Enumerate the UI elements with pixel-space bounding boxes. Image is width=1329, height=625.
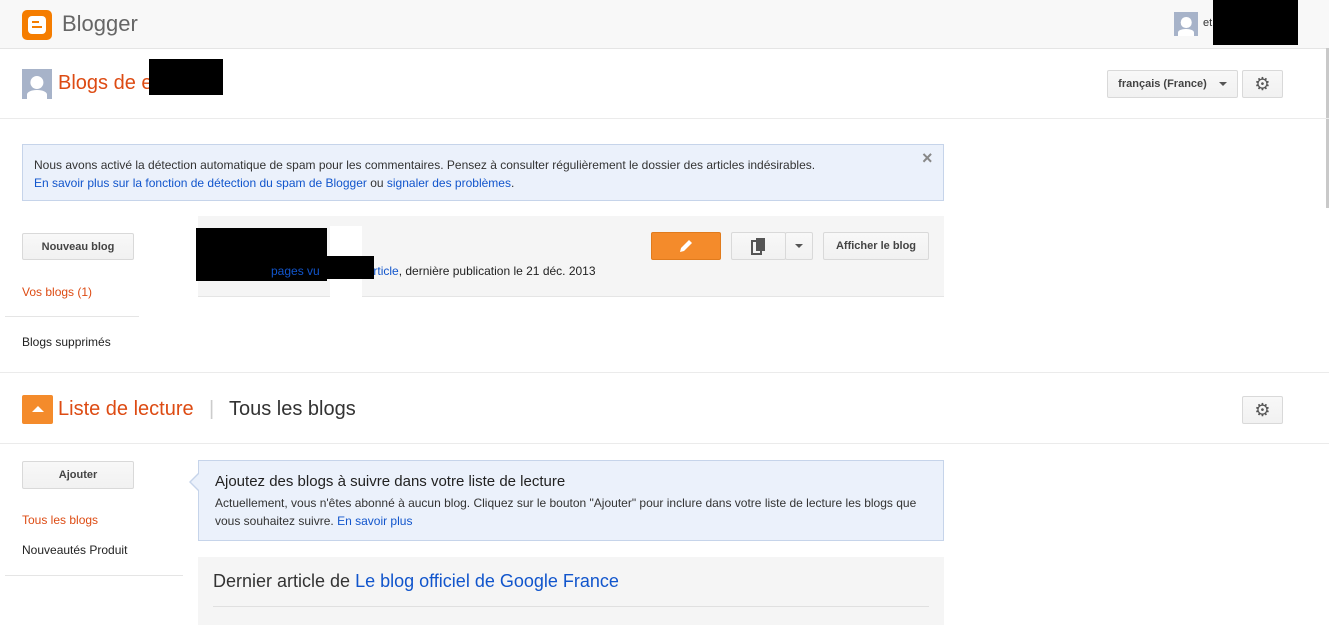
sidebar-divider [5, 575, 183, 576]
blog-stats: pages vu article, dernière publication le… [271, 264, 596, 278]
reading-list-filter: Tous les blogs [229, 398, 356, 420]
report-problems-link[interactable]: signaler des problèmes [387, 176, 511, 190]
blogger-logo-icon[interactable] [22, 10, 52, 40]
gear-icon[interactable] [1242, 396, 1283, 424]
sidebar-item-product-news[interactable]: Nouveautés Produit [22, 543, 127, 557]
notice-pointer-fill [191, 474, 199, 490]
new-blog-button[interactable]: Nouveau blog [22, 233, 134, 260]
divider [0, 372, 1329, 373]
redacted-name [149, 59, 223, 95]
gear-icon[interactable] [1242, 70, 1283, 98]
reading-list-title: Liste de lecture [58, 398, 194, 420]
sidebar-item-deleted-blogs[interactable]: Blogs supprimés [22, 335, 111, 349]
profile-avatar-icon [22, 69, 52, 99]
chevron-up-icon [32, 406, 44, 412]
posts-dropdown-button[interactable] [785, 232, 813, 260]
app-title[interactable]: Blogger [62, 11, 138, 37]
pages-icon [750, 238, 765, 255]
new-post-button[interactable] [651, 232, 721, 260]
pageviews-link[interactable]: pages vu [271, 264, 320, 278]
notice-title: Ajoutez des blogs à suivre dans votre li… [215, 473, 566, 490]
divider [0, 118, 1329, 119]
top-bar [0, 0, 1329, 49]
add-blog-button[interactable]: Ajouter [22, 461, 134, 489]
posts-button[interactable] [731, 232, 786, 260]
pencil-icon [680, 240, 692, 252]
card-divider [213, 606, 929, 607]
close-icon[interactable]: × [922, 148, 933, 169]
language-label: français (France) [1118, 78, 1207, 90]
last-published: , dernière publication le 21 déc. 2013 [398, 264, 596, 278]
sidebar-item-all-blogs[interactable]: Tous les blogs [22, 513, 98, 527]
redacted-stats [327, 256, 374, 279]
divider [0, 443, 1329, 444]
blog-card-divider [198, 296, 944, 297]
notice-body: Actuellement, vous n'êtes abonné à aucun… [215, 496, 917, 528]
google-france-blog-link[interactable]: Le blog officiel de Google France [355, 571, 619, 591]
latest-article-heading: Dernier article de Le blog officiel de G… [213, 571, 619, 592]
view-blog-button[interactable]: Afficher le blog [823, 232, 929, 260]
sidebar-divider [5, 316, 139, 317]
reading-list-notice: Ajoutez des blogs à suivre dans votre li… [198, 460, 944, 541]
learn-more-link[interactable]: En savoir plus [337, 514, 412, 528]
chevron-down-icon [1218, 82, 1227, 86]
redacted-user [1213, 0, 1298, 45]
spam-notice-period: . [510, 176, 515, 190]
language-select[interactable]: français (France) [1107, 70, 1238, 98]
spam-notice-or: ou [366, 176, 387, 190]
page-title: Blogs de e [58, 72, 153, 94]
spam-learn-more-link[interactable]: En savoir plus sur la fonction de détect… [34, 176, 367, 190]
user-name[interactable]: et [1203, 17, 1212, 29]
user-avatar-icon[interactable] [1174, 12, 1198, 36]
spam-notice-text: Nous avons activé la détection automatiq… [34, 158, 816, 172]
collapse-reading-list-button[interactable] [22, 395, 53, 424]
latest-article-prefix: Dernier article de [213, 571, 356, 591]
spam-notice: Nous avons activé la détection automatiq… [22, 144, 944, 201]
title-separator: | [209, 398, 215, 420]
sidebar-item-your-blogs[interactable]: Vos blogs (1) [22, 285, 92, 299]
chevron-down-icon [795, 244, 803, 248]
